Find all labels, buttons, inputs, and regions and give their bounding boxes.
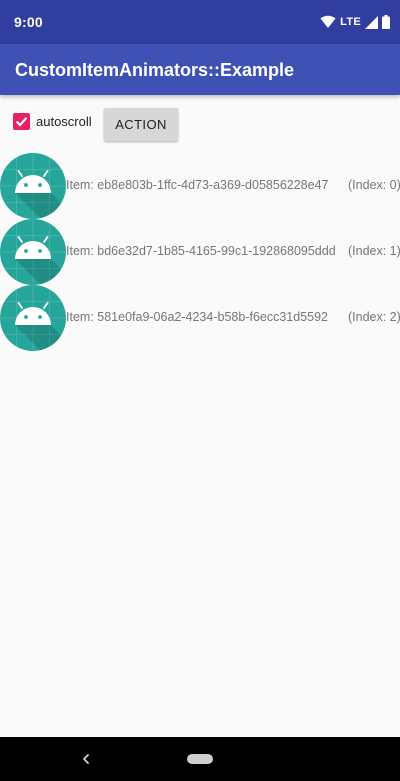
checkmark-icon [15, 117, 28, 127]
item-list[interactable]: Item: eb8e803b-1ffc-4d73-a369-d05856228e… [0, 152, 400, 351]
status-bar: 9:00 LTE [0, 0, 400, 44]
back-icon[interactable] [79, 751, 93, 767]
app-bar: CustomItemAnimators::Example [0, 44, 400, 95]
controls-row: autoscroll ACTION [0, 95, 400, 150]
autoscroll-checkbox[interactable] [13, 113, 30, 130]
battery-icon [382, 15, 390, 29]
android-avatar-icon [0, 219, 66, 285]
home-pill-icon[interactable] [187, 754, 213, 764]
action-button[interactable]: ACTION [104, 108, 178, 141]
app-title: CustomItemAnimators::Example [15, 60, 295, 80]
status-time: 9:00 [14, 14, 43, 30]
item-text: Item: eb8e803b-1ffc-4d73-a369-d05856228e… [66, 178, 329, 192]
list-item[interactable]: Item: bd6e32d7-1b85-4165-99c1-192868095d… [0, 218, 400, 285]
item-text: Item: bd6e32d7-1b85-4165-99c1-192868095d… [66, 244, 336, 258]
status-icons: LTE [320, 12, 390, 32]
item-index: (Index: 2) [348, 310, 400, 324]
android-avatar-icon [0, 285, 66, 351]
lte-signal-icon [365, 15, 378, 29]
item-text: Item: 581e0fa9-06a2-4234-b58b-f6ecc31d55… [66, 310, 329, 324]
list-item[interactable]: Item: 581e0fa9-06a2-4234-b58b-f6ecc31d55… [0, 284, 400, 351]
item-index: (Index: 0) [348, 178, 400, 192]
android-avatar-icon [0, 153, 66, 219]
item-index: (Index: 1) [348, 244, 400, 258]
wifi-icon [320, 15, 336, 28]
autoscroll-label[interactable]: autoscroll [36, 113, 92, 130]
navigation-bar [0, 737, 400, 781]
list-item[interactable]: Item: eb8e803b-1ffc-4d73-a369-d05856228e… [0, 152, 400, 219]
lte-label: LTE [340, 16, 361, 28]
